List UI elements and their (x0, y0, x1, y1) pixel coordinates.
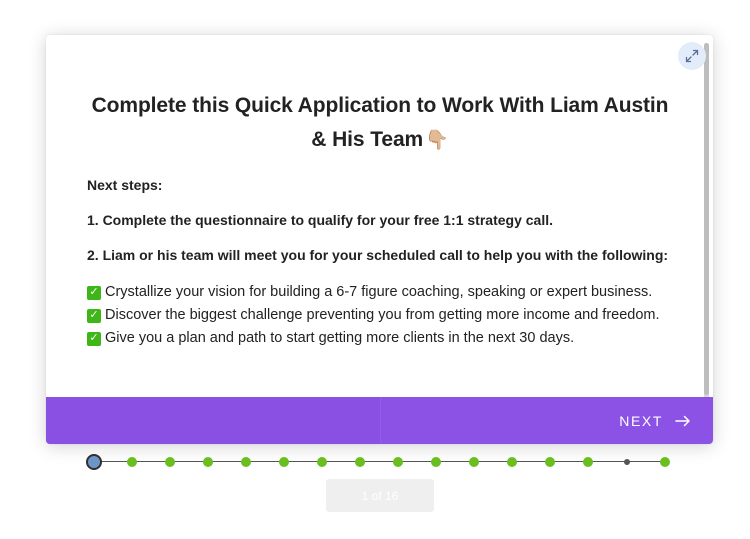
benefit-item: ✓ Crystallize your vision for building a… (87, 281, 673, 304)
expand-icon (685, 49, 699, 63)
check-box-icon: ✓ (87, 285, 101, 300)
check-box-icon: ✓ (87, 331, 101, 346)
benefit-text: Give you a plan and path to start gettin… (105, 330, 575, 346)
step-dot[interactable] (469, 457, 479, 467)
step-dot[interactable] (165, 457, 175, 467)
step-dot[interactable] (241, 457, 251, 467)
step-dot[interactable] (583, 457, 593, 467)
benefit-text: Crystallize your vision for building a 6… (105, 284, 653, 300)
benefit-text: Discover the biggest challenge preventin… (105, 307, 660, 323)
expand-button[interactable] (678, 42, 706, 70)
page-title: Complete this Quick Application to Work … (87, 89, 673, 158)
benefit-item: ✓ Give you a plan and path to start gett… (87, 327, 673, 350)
footer-divider (380, 397, 381, 444)
title-line-1: Complete this Quick Application to Work … (91, 94, 669, 117)
page-indicator: 1 of 16 (326, 479, 434, 512)
step-dot[interactable] (355, 457, 365, 467)
step-dot-current[interactable] (86, 454, 102, 470)
next-button-label: NEXT (619, 412, 663, 429)
progress-track (94, 461, 666, 462)
step-dot[interactable] (279, 457, 289, 467)
application-card: Complete this Quick Application to Work … (46, 35, 713, 444)
form-footer: NEXT (46, 397, 713, 444)
scrollbar-thumb[interactable] (704, 43, 709, 395)
pointing-down-hand-icon: 👇🏼 (425, 130, 449, 151)
step-progress (86, 452, 676, 472)
step-dot[interactable] (393, 457, 403, 467)
step-dot[interactable] (317, 457, 327, 467)
title-line-2-text: & His Team (311, 128, 424, 151)
step-dot[interactable] (431, 457, 441, 467)
footer-back-area (46, 397, 380, 444)
title-line-2: & His Team 👇🏼 (87, 123, 673, 158)
step-dot[interactable] (507, 457, 517, 467)
check-box-icon: ✓ (87, 308, 101, 323)
step-1-text: 1. Complete the questionnaire to qualify… (87, 212, 553, 228)
step-dot[interactable] (660, 457, 670, 467)
form-content: Complete this Quick Application to Work … (46, 35, 713, 397)
step-dot[interactable] (545, 457, 555, 467)
step-dot[interactable] (127, 457, 137, 467)
benefits-list: ✓ Crystallize your vision for building a… (87, 281, 673, 350)
benefit-item: ✓ Discover the biggest challenge prevent… (87, 304, 673, 327)
step-2-text: 2. Liam or his team will meet you for yo… (87, 247, 669, 263)
step-dot-skipped[interactable] (624, 459, 630, 465)
arrow-right-icon (675, 415, 691, 427)
content-scrollbar[interactable] (704, 43, 709, 431)
next-steps-label: Next steps: (87, 177, 163, 193)
step-dot[interactable] (203, 457, 213, 467)
next-button[interactable]: NEXT (619, 397, 691, 444)
